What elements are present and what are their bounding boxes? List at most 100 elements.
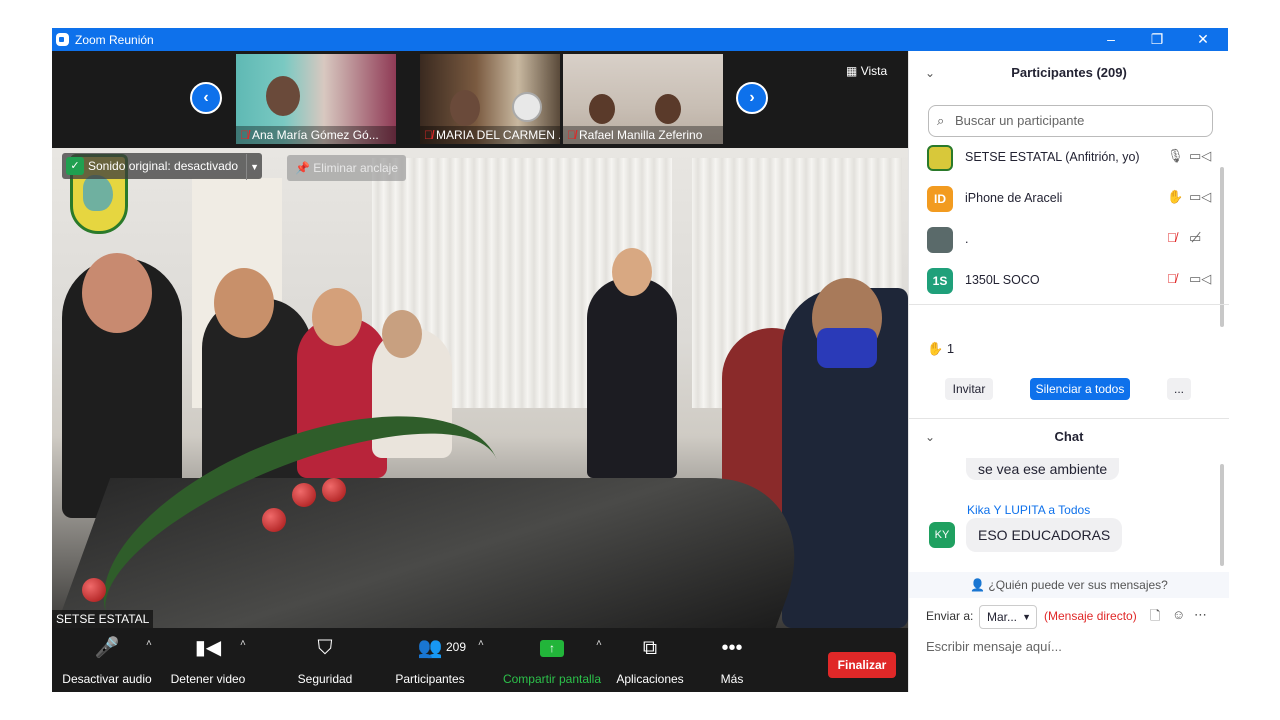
speaker-name-label: SETSE ESTATAL (52, 610, 154, 628)
original-sound-toggle[interactable]: ✓ Sonido original: desactivado ▼ (62, 153, 263, 180)
more-options-button[interactable]: ... (1167, 378, 1191, 400)
file-icon[interactable]: 🗋 (1150, 607, 1160, 629)
video-camera-icon[interactable]: ▭◁ (1189, 271, 1211, 287)
microphone-icon[interactable]: 🎙 (1167, 148, 1184, 164)
emoji-icon[interactable]: ☺ (1172, 607, 1185, 622)
ornament (82, 578, 106, 602)
mic-muted-icon: 🎙̸ (424, 128, 433, 142)
grid-icon: ▦ (846, 64, 858, 78)
video-camera-icon[interactable]: ▭◁ (1189, 148, 1211, 164)
participant-thumbnail[interactable]: 🎙̸ Rafael Manilla Zeferino (563, 54, 723, 144)
participant-row[interactable]: ID iPhone de Araceli ✋ ▭◁ (909, 179, 1213, 219)
avatar (927, 145, 953, 171)
chevron-up-icon[interactable]: ˄ (478, 638, 484, 649)
chat-message: se vea ese ambiente (966, 458, 1120, 480)
avatar: 1S (927, 268, 953, 294)
chat-message: ESO EDUCADORAS (966, 518, 1123, 552)
send-to-label: Enviar a: (926, 609, 974, 623)
prev-page-button[interactable]: ‹ (190, 82, 222, 114)
standing-speaker (587, 278, 677, 478)
who-can-see-link[interactable]: 👤 ¿Quién puede ver sus mensajes? (909, 572, 1229, 598)
chevron-up-icon[interactable]: ˄ (146, 638, 152, 649)
person-face (312, 288, 362, 346)
chat-scrollbar[interactable] (1220, 464, 1224, 566)
invite-button[interactable]: Invitar (945, 378, 993, 400)
mute-all-button[interactable]: Silenciar a todos (1030, 378, 1130, 400)
meeting-toolbar: 🎤 ˄ Desactivar audio ▮◀ ˄ Detener video … (52, 628, 908, 692)
participant-row[interactable]: SETSE ESTATAL (Anfitrión, yo) 🎙 ▭◁ (909, 138, 1213, 178)
thumbnail-name: 🎙̸ Rafael Manilla Zeferino (563, 126, 723, 144)
share-screen-button[interactable]: ↑ ˄ Compartir pantalla (500, 628, 604, 692)
next-page-button[interactable]: › (736, 82, 768, 114)
raised-hands-summary: ✋ 1 (927, 341, 955, 356)
mic-muted-icon: 🎙̸ (567, 128, 576, 142)
shield-check-icon: ✓ (66, 157, 84, 175)
person-face (382, 310, 422, 358)
chat-sender: Kika Y LUPITA a Todos (967, 503, 1091, 517)
send-mode-label: (Mensaje directo) (1044, 609, 1137, 623)
minimize-button[interactable]: – (1088, 29, 1134, 50)
apps-icon: ⧉ (642, 637, 658, 659)
participant-row[interactable]: 1S 1350L SOCO 🎙̸ ▭◁ (909, 261, 1213, 301)
main-video: ✓ Sonido original: desactivado ▼ 📌 Elimina… (52, 148, 908, 628)
end-meeting-button[interactable]: Finalizar (828, 652, 896, 678)
video-area: ‹ 🎙̸ Ana María Gómez Gó... 🎙̸ MARIA DEL CA… (52, 51, 908, 628)
security-button[interactable]: ⛉ Seguridad (290, 628, 360, 692)
person-face (82, 253, 152, 333)
mic-muted-icon[interactable]: 🎙̸ (1167, 230, 1177, 245)
avatar (927, 227, 953, 253)
apps-button[interactable]: ⧉ Aplicaciones (614, 628, 686, 692)
more-button[interactable]: ••• Más (714, 628, 750, 692)
participant-thumbnail[interactable]: 🎙̸ MARIA DEL CARMEN ... (420, 54, 560, 144)
view-button[interactable]: ▦ Vista (846, 61, 902, 81)
ornament (262, 508, 286, 532)
more-icon[interactable]: ⋯ (1194, 607, 1207, 623)
divider (909, 304, 1229, 305)
ornament (292, 483, 316, 507)
face-mask (817, 328, 877, 368)
chevron-down-icon: ▼ (1022, 612, 1031, 622)
thumbnail-name: 🎙̸ MARIA DEL CARMEN ... (420, 126, 560, 144)
send-to-select[interactable]: Mar... ▼ (979, 605, 1037, 629)
participants-header: ⌄ Participantes (209) (909, 51, 1229, 95)
search-icon: ⌕ (937, 113, 945, 128)
participants-button[interactable]: 👥 209 ˄ Participantes (388, 628, 484, 692)
more-icon: ••• (721, 637, 743, 659)
participant-thumbnail[interactable]: 🎙̸ Ana María Gómez Gó... (236, 54, 396, 144)
chat-message-input[interactable]: Escribir mensaje aquí... (926, 636, 1216, 658)
pin-icon: 📌 (295, 161, 310, 175)
participant-row[interactable]: . 🎙̸ ▭̸ (909, 220, 1213, 260)
shield-icon: ⛉ (317, 637, 333, 659)
chevron-down-icon[interactable]: ▼ (246, 154, 262, 180)
person-lock-icon: 👤 (970, 578, 986, 592)
share-screen-icon: ↑ (500, 628, 604, 668)
raised-hand-icon: ✋ (1167, 189, 1184, 204)
unpin-button[interactable]: 📌 Eliminar anclaje (287, 155, 406, 181)
chat-header: ⌄ Chat (909, 419, 1229, 455)
title-bar: Zoom Reunión – ❐ ✕ (52, 28, 1228, 51)
zoom-logo-icon (56, 33, 69, 46)
chevron-down-icon[interactable]: ⌄ (925, 51, 935, 95)
mic-muted-icon: 🎙̸ (240, 128, 249, 142)
participants-count: 209 (446, 640, 467, 654)
restore-button[interactable]: ❐ (1134, 29, 1180, 50)
mic-muted-icon[interactable]: 🎙̸ (1167, 271, 1177, 286)
stop-video-button[interactable]: ▮◀ ˄ Detener video (162, 628, 254, 692)
side-panel: ⌄ Participantes (209) ⌕ Buscar un partic… (908, 51, 1229, 692)
close-button[interactable]: ✕ (1180, 29, 1226, 50)
person-face (612, 248, 652, 296)
chevron-up-icon[interactable]: ˄ (240, 638, 246, 649)
raised-hand-icon: ✋ (927, 341, 944, 356)
participant-search-input[interactable]: ⌕ Buscar un participante (928, 105, 1213, 137)
mute-audio-button[interactable]: 🎤 ˄ Desactivar audio (60, 628, 154, 692)
thumbnail-name: 🎙̸ Ana María Gómez Gó... (236, 126, 396, 144)
chevron-up-icon[interactable]: ˄ (596, 638, 602, 649)
sender-avatar: KY (929, 522, 955, 548)
chevron-down-icon[interactable]: ⌄ (925, 419, 935, 455)
ornament (322, 478, 346, 502)
video-off-icon[interactable]: ▭̸ (1189, 230, 1201, 246)
zoom-window: Zoom Reunión – ❐ ✕ ‹ 🎙̸ Ana María Gómez G… (52, 28, 1229, 692)
participants-scrollbar[interactable] (1220, 167, 1224, 327)
video-camera-icon[interactable]: ▭◁ (1189, 189, 1211, 205)
microphone-icon: 🎤 (94, 637, 120, 659)
